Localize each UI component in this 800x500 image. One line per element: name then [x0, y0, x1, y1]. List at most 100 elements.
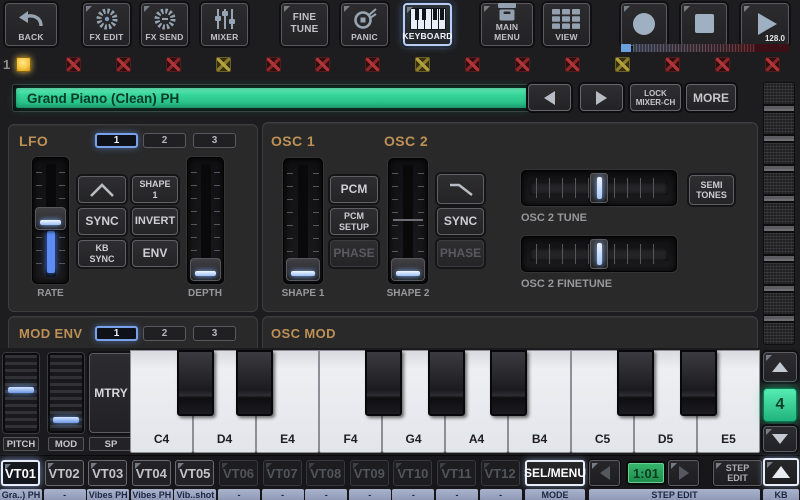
track-tab-VT07[interactable]: VT07 [263, 460, 302, 486]
octave-indicator[interactable]: 4 [763, 388, 797, 422]
pattern-prev-button[interactable] [589, 460, 620, 486]
track-sound-label: - [305, 489, 347, 500]
pad-indicator[interactable] [66, 57, 81, 72]
pad-indicator[interactable] [365, 57, 380, 72]
lfo-kb-sync-button[interactable]: KB SYNC [78, 240, 126, 267]
fx-edit-button[interactable]: FX EDIT [83, 3, 130, 46]
play-button[interactable]: 128.0 [741, 3, 789, 46]
more-button[interactable]: MORE [686, 84, 736, 111]
pattern-next-button[interactable] [668, 460, 699, 486]
semitones-button[interactable]: SEMI TONES [689, 175, 734, 205]
pad-indicator[interactable] [665, 57, 680, 72]
record-button[interactable] [621, 3, 667, 46]
osc2-tune-handle[interactable] [590, 173, 608, 203]
piano-black-key[interactable] [490, 350, 527, 416]
pad-indicator[interactable] [415, 57, 430, 72]
kb-up-button[interactable] [763, 458, 799, 486]
mod-env-tab-3[interactable]: 3 [193, 326, 236, 341]
mod-env-tab-1[interactable]: 1 [95, 326, 138, 341]
lfo-depth-handle[interactable] [190, 258, 221, 281]
osc1-shape-slider[interactable] [283, 158, 323, 284]
prev-sound-button[interactable] [528, 84, 571, 111]
osc1-shape-handle[interactable] [286, 258, 320, 281]
lock-mixer-ch-button[interactable]: LOCK MIXER-CH [630, 84, 681, 111]
osc2-sync-button[interactable]: SYNC [437, 208, 484, 235]
track-tab-VT03[interactable]: VT03 [88, 460, 127, 486]
mixer-button[interactable]: MIXER [201, 3, 248, 46]
piano-black-key[interactable] [365, 350, 402, 416]
osc1-pcm-button[interactable]: PCM [330, 176, 378, 203]
lfo-depth-slider[interactable] [187, 157, 224, 284]
octave-down-button[interactable] [763, 426, 797, 452]
track-tab-VT05[interactable]: VT05 [175, 460, 214, 486]
piano-keyboard[interactable]: C4D4E4F4G4A4B4C5D5E5 [130, 350, 760, 453]
pad-indicator[interactable] [465, 57, 480, 72]
osc2-phase-button[interactable]: PHASE [437, 240, 484, 267]
osc1-phase-button[interactable]: PHASE [330, 240, 378, 267]
pad-indicator[interactable] [765, 57, 780, 72]
osc2-tune-slider[interactable] [521, 170, 677, 206]
mod-env-tab-2[interactable]: 2 [143, 326, 186, 341]
panic-button[interactable]: PANIC [341, 3, 388, 46]
pad-indicator[interactable] [615, 57, 630, 72]
osc2-finetune-handle[interactable] [590, 239, 608, 269]
piano-black-key[interactable] [680, 350, 717, 416]
piano-black-key[interactable] [428, 350, 465, 416]
pad-indicator[interactable] [166, 57, 181, 72]
lfo-tab-1[interactable]: 1 [95, 133, 138, 148]
piano-black-key[interactable] [617, 350, 654, 416]
track-tab-VT01[interactable]: VT01 [1, 460, 40, 486]
key-note-label: E5 [698, 432, 759, 446]
osc2-finetune-slider[interactable] [521, 236, 677, 272]
stop-button[interactable] [681, 3, 727, 46]
lfo-tab-3[interactable]: 3 [193, 133, 236, 148]
panel-scrollbar[interactable] [763, 82, 795, 345]
pad-indicator[interactable] [216, 57, 231, 72]
lfo-shape1-button[interactable]: SHAPE 1 [132, 176, 178, 203]
sel-menu-button[interactable]: SEL/MENU [525, 460, 585, 486]
lfo-env-button[interactable]: ENV [132, 240, 178, 267]
lfo-sync-button[interactable]: SYNC [78, 208, 126, 235]
track-tab-VT08[interactable]: VT08 [306, 460, 345, 486]
pad-indicator[interactable] [266, 57, 281, 72]
view-button[interactable]: VIEW [543, 3, 590, 46]
track-tab-VT04[interactable]: VT04 [132, 460, 171, 486]
track-tab-VT02[interactable]: VT02 [45, 460, 84, 486]
piano-black-key[interactable] [177, 350, 214, 416]
lfo-wave-shape-button[interactable] [78, 176, 126, 203]
fx-send-button[interactable]: FX SEND [141, 3, 188, 46]
osc1-pcm-setup-button[interactable]: PCM SETUP [330, 208, 378, 235]
track-tab-VT11[interactable]: VT11 [437, 460, 476, 486]
track-tab-VT10[interactable]: VT10 [393, 460, 432, 486]
osc2-shape-slider[interactable] [388, 158, 428, 284]
back-button[interactable]: BACK [5, 3, 57, 46]
next-sound-button[interactable] [580, 84, 623, 111]
track-tab-VT06[interactable]: VT06 [219, 460, 258, 486]
main-menu-button[interactable]: MAIN MENU [481, 3, 533, 46]
osc2-wave-shape-button[interactable] [437, 174, 484, 204]
pad-indicator[interactable] [116, 57, 131, 72]
pad-indicator[interactable] [565, 57, 580, 72]
stop-icon [695, 14, 714, 33]
lfo-rate-handle[interactable] [35, 207, 66, 230]
octave-up-button[interactable] [763, 352, 797, 382]
pad-indicator[interactable] [715, 57, 730, 72]
track-tab-VT12[interactable]: VT12 [481, 460, 520, 486]
pad-indicator[interactable] [515, 57, 530, 72]
momentary-button[interactable]: MTRY [89, 353, 133, 433]
song-progress-bar[interactable] [621, 44, 789, 52]
pad-indicator[interactable] [16, 57, 31, 72]
osc2-shape-handle[interactable] [391, 258, 425, 281]
keyboard-view-button[interactable]: KEYBOARD [403, 3, 452, 46]
pad-indicator[interactable] [315, 57, 330, 72]
lfo-rate-slider[interactable] [32, 157, 69, 284]
fine-tune-button[interactable]: FINE TUNE [281, 3, 328, 46]
lfo-tab-2[interactable]: 2 [143, 133, 186, 148]
piano-black-key[interactable] [236, 350, 273, 416]
mod-wheel[interactable] [48, 353, 84, 433]
sound-display[interactable]: Grand Piano (Clean) PH [16, 88, 528, 108]
step-edit-button[interactable]: STEP EDIT [713, 460, 762, 486]
pitch-wheel[interactable] [3, 353, 39, 433]
track-tab-VT09[interactable]: VT09 [350, 460, 389, 486]
lfo-invert-button[interactable]: INVERT [132, 208, 178, 235]
